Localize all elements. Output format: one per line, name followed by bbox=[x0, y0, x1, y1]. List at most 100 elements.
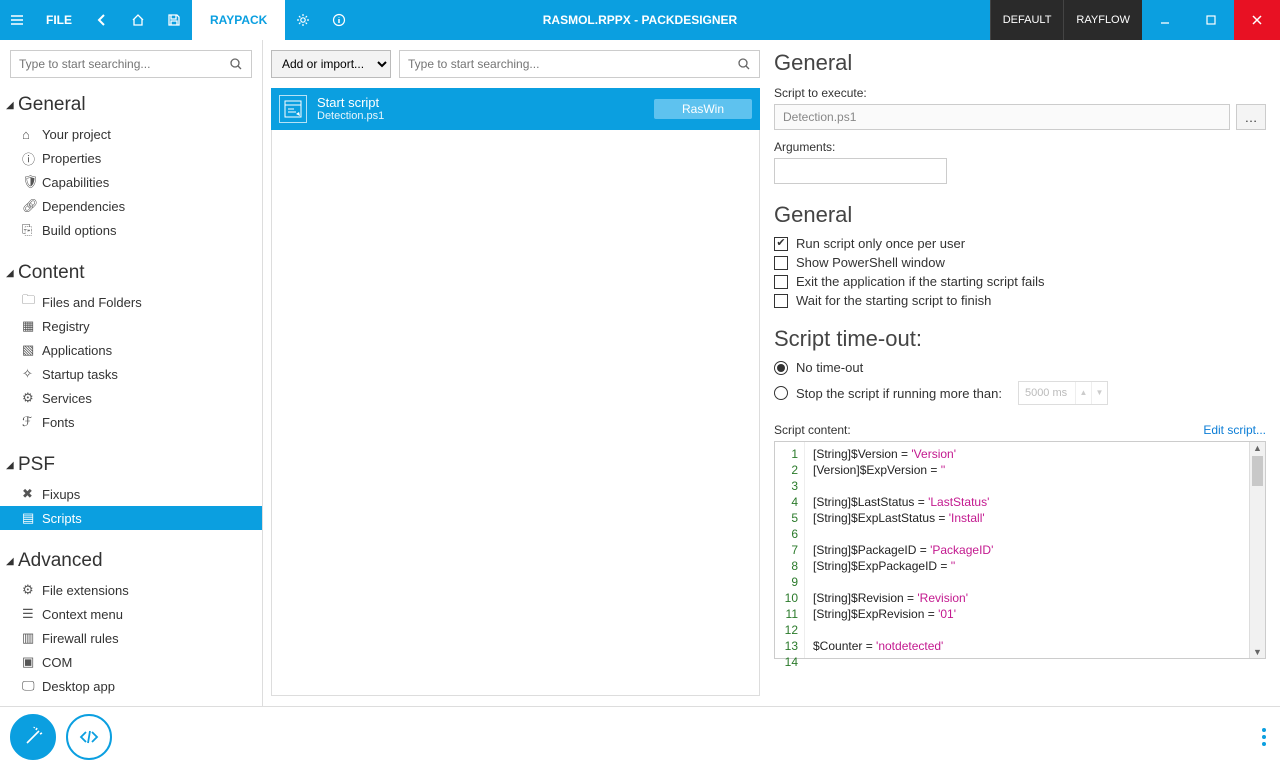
script-list-panel: Add or import... Start script Detection.… bbox=[263, 40, 768, 706]
timeout-spinner[interactable]: 5000 ms ▲▼ bbox=[1018, 381, 1108, 405]
checkbox-run-once[interactable]: ✔ Run script only once per user bbox=[774, 236, 1266, 251]
sidebar-item-com[interactable]: ▣COM bbox=[0, 650, 262, 674]
checkbox-exit-fail[interactable]: Exit the application if the starting scr… bbox=[774, 274, 1266, 289]
section-advanced[interactable]: ◢Advanced bbox=[0, 544, 262, 578]
radio-icon bbox=[774, 361, 788, 375]
script-content-label: Script content: bbox=[774, 423, 851, 437]
sidebar-item-context-menu[interactable]: ☰Context menu bbox=[0, 602, 262, 626]
section-psf[interactable]: ◢PSF bbox=[0, 448, 262, 482]
home-icon[interactable] bbox=[120, 0, 156, 40]
sidebar-item-files-folders[interactable]: 🗀Files and Folders bbox=[0, 290, 262, 314]
sidebar-item-capabilities[interactable]: 🛡︎Capabilities bbox=[0, 170, 262, 194]
sidebar-item-dependencies[interactable]: 🔗︎Dependencies bbox=[0, 194, 262, 218]
caret-icon: ◢ bbox=[6, 460, 18, 471]
build-icon: ⎘ bbox=[22, 222, 42, 238]
script-icon: ▤ bbox=[22, 510, 42, 526]
spinner-down-icon[interactable]: ▼ bbox=[1091, 382, 1107, 404]
font-icon: ℱ bbox=[22, 414, 42, 430]
script-to-execute-label: Script to execute: bbox=[774, 86, 1266, 100]
sidebar-item-properties[interactable]: ⓘProperties bbox=[0, 146, 262, 170]
search-icon bbox=[229, 57, 243, 71]
wand-button[interactable] bbox=[10, 714, 56, 760]
edit-script-link[interactable]: Edit script... bbox=[1203, 423, 1266, 437]
scroll-down-icon[interactable]: ▼ bbox=[1250, 647, 1265, 657]
sidebar-search-input[interactable] bbox=[19, 57, 229, 71]
info-icon: ⓘ bbox=[22, 149, 42, 168]
scroll-up-icon[interactable]: ▲ bbox=[1250, 443, 1265, 453]
arguments-field[interactable] bbox=[774, 158, 947, 184]
search-icon bbox=[737, 57, 751, 71]
sidebar-item-registry[interactable]: ▦Registry bbox=[0, 314, 262, 338]
caret-icon: ◢ bbox=[6, 556, 18, 567]
checkbox-wait[interactable]: Wait for the starting script to finish bbox=[774, 293, 1266, 308]
radio-icon bbox=[774, 386, 788, 400]
sidebar: ◢General ⌂Your project ⓘProperties 🛡︎Cap… bbox=[0, 40, 263, 706]
mode-rayflow-button[interactable]: RAYFLOW bbox=[1063, 0, 1142, 40]
folder-icon: 🗀 bbox=[22, 291, 42, 313]
gear-icon: ⚙︎ bbox=[22, 582, 42, 598]
back-icon[interactable] bbox=[84, 0, 120, 40]
sidebar-item-fixups[interactable]: ✖︎Fixups bbox=[0, 482, 262, 506]
desktop-icon: 🖵︎ bbox=[22, 678, 42, 694]
sidebar-item-applications[interactable]: ▧Applications bbox=[0, 338, 262, 362]
info-icon[interactable] bbox=[321, 0, 357, 40]
section-content[interactable]: ◢Content bbox=[0, 256, 262, 290]
checkbox-icon bbox=[774, 275, 788, 289]
code-area[interactable]: [String]$Version = 'Version' [Version]$E… bbox=[805, 442, 1249, 658]
scrollbar-vertical[interactable]: ▲ ▼ bbox=[1249, 442, 1265, 658]
com-icon: ▣ bbox=[22, 654, 42, 670]
caret-icon: ◢ bbox=[6, 100, 18, 111]
file-tab[interactable]: FILE bbox=[34, 0, 84, 40]
maximize-icon[interactable] bbox=[1188, 0, 1234, 40]
code-button[interactable] bbox=[66, 714, 112, 760]
sidebar-item-startup-tasks[interactable]: ✧Startup tasks bbox=[0, 362, 262, 386]
gear-icon[interactable] bbox=[285, 0, 321, 40]
radio-stop-more[interactable]: Stop the script if running more than: 50… bbox=[774, 381, 1266, 405]
checkbox-icon: ✔ bbox=[774, 237, 788, 251]
wrench-icon: ✖︎ bbox=[22, 486, 42, 502]
firewall-icon: ▥ bbox=[22, 630, 42, 646]
script-to-execute-field[interactable] bbox=[774, 104, 1230, 130]
script-list-body bbox=[271, 130, 760, 696]
sidebar-item-desktop-app[interactable]: 🖵︎Desktop app bbox=[0, 674, 262, 698]
middle-search-input[interactable] bbox=[408, 57, 737, 71]
panel-heading: General bbox=[774, 50, 1266, 76]
close-icon[interactable] bbox=[1234, 0, 1280, 40]
footer bbox=[0, 706, 1280, 766]
registry-icon: ▦ bbox=[22, 318, 42, 334]
scroll-thumb[interactable] bbox=[1252, 456, 1263, 486]
sidebar-item-fonts[interactable]: ℱFonts bbox=[0, 410, 262, 434]
script-card-subtitle: Detection.ps1 bbox=[317, 110, 644, 123]
caret-icon: ◢ bbox=[6, 268, 18, 279]
line-gutter: 1234567891011121314 bbox=[775, 442, 805, 658]
sidebar-item-services[interactable]: ⚙︎Services bbox=[0, 386, 262, 410]
sidebar-search[interactable] bbox=[10, 50, 252, 78]
middle-search[interactable] bbox=[399, 50, 760, 78]
raypack-tab[interactable]: RAYPACK bbox=[192, 0, 285, 40]
mode-default-button[interactable]: DEFAULT bbox=[990, 0, 1064, 40]
sidebar-item-your-project[interactable]: ⌂Your project bbox=[0, 122, 262, 146]
add-or-import-dropdown[interactable]: Add or import... bbox=[271, 50, 391, 78]
sidebar-item-scripts[interactable]: ▤Scripts bbox=[0, 506, 262, 530]
shield-icon: 🛡︎ bbox=[22, 174, 42, 190]
save-icon[interactable] bbox=[156, 0, 192, 40]
detail-panel: General Script to execute: … Arguments: … bbox=[768, 40, 1280, 706]
script-content-box[interactable]: 1234567891011121314 [String]$Version = '… bbox=[774, 441, 1266, 659]
browse-button[interactable]: … bbox=[1236, 104, 1266, 130]
sidebar-item-file-extensions[interactable]: ⚙︎File extensions bbox=[0, 578, 262, 602]
checkbox-show-ps[interactable]: Show PowerShell window bbox=[774, 255, 1266, 270]
script-card-badge: RasWin bbox=[654, 99, 752, 119]
minimize-icon[interactable] bbox=[1142, 0, 1188, 40]
sidebar-item-firewall-rules[interactable]: ▥Firewall rules bbox=[0, 626, 262, 650]
gear-icon: ⚙︎ bbox=[22, 390, 42, 406]
script-card[interactable]: Start script Detection.ps1 RasWin bbox=[271, 88, 760, 130]
titlebar: FILE RAYPACK RASMOL.RPPX - PACKDESIGNER … bbox=[0, 0, 1280, 40]
spinner-up-icon[interactable]: ▲ bbox=[1075, 382, 1091, 404]
script-card-title: Start script bbox=[317, 95, 644, 111]
menu-icon[interactable] bbox=[0, 0, 34, 40]
section-general[interactable]: ◢General bbox=[0, 88, 262, 122]
window-title: RASMOL.RPPX - PACKDESIGNER bbox=[543, 0, 737, 40]
radio-no-timeout[interactable]: No time-out bbox=[774, 360, 1266, 375]
more-icon[interactable] bbox=[1262, 728, 1270, 746]
sidebar-item-build-options[interactable]: ⎘Build options bbox=[0, 218, 262, 242]
